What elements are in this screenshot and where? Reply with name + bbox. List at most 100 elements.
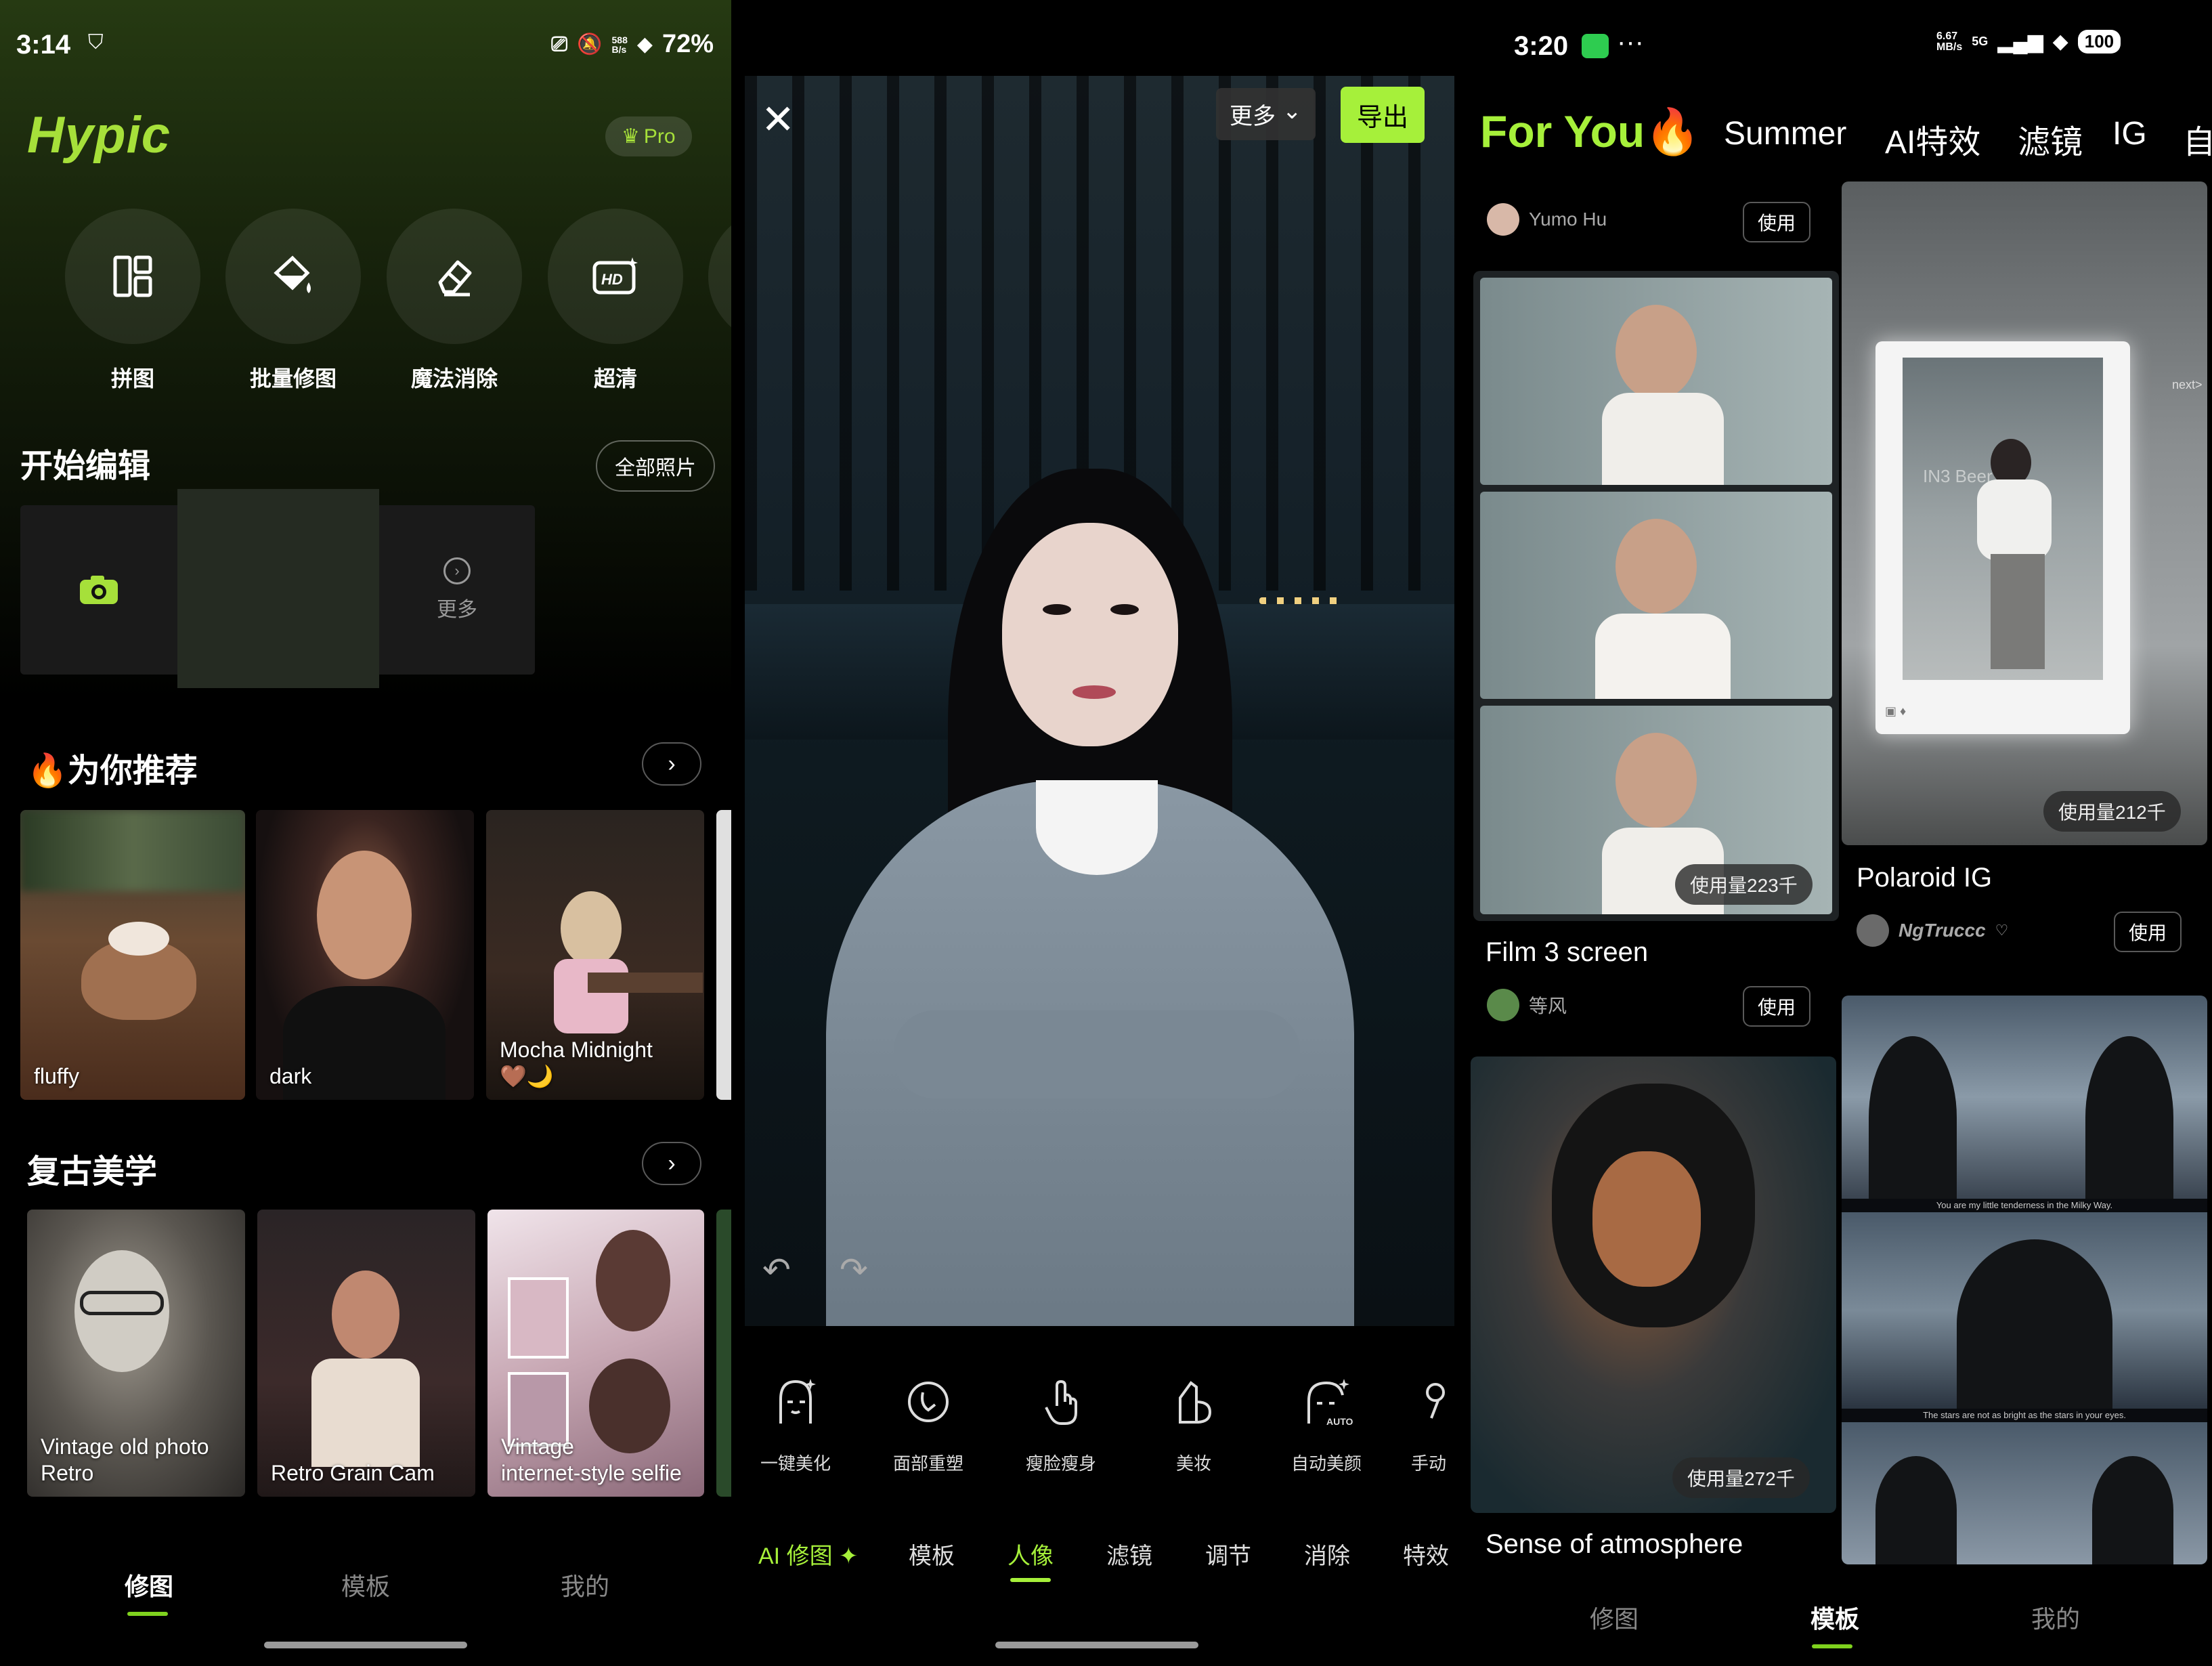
tool-makeup[interactable]: 美妆 <box>1150 1375 1238 1475</box>
tool-auto-beauty[interactable]: AUTO 自动美颜 <box>1282 1375 1370 1475</box>
redo-button[interactable]: ↷ <box>840 1250 868 1289</box>
nav-templates[interactable]: 模板 <box>341 1567 390 1602</box>
use-button[interactable]: 使用 <box>2114 912 2182 952</box>
retro-more-button[interactable]: › <box>642 1142 701 1185</box>
tool-circle <box>225 209 361 344</box>
template-card[interactable]: Mocha Midnight 🤎🌙 <box>486 810 704 1100</box>
tab-erase[interactable]: 消除 <box>1304 1537 1350 1571</box>
silhouette <box>1869 1036 1957 1199</box>
template-author[interactable]: NgTruccc ♡ <box>1857 914 2008 947</box>
template-card-sense-of-atmosphere[interactable]: 使用量272千 <box>1471 1056 1836 1513</box>
camera-button[interactable] <box>20 505 177 675</box>
mini-photo <box>508 1277 569 1359</box>
tool-collage[interactable]: 拼图 <box>65 209 200 393</box>
pro-label: Pro <box>643 125 676 148</box>
template-card[interactable]: fluffy <box>20 810 245 1100</box>
tab-ai-edit[interactable]: AI 修图 ✦ <box>758 1537 859 1571</box>
battery-level: 72% <box>662 30 714 58</box>
tab-filters[interactable]: 滤镜 <box>2018 115 2083 163</box>
use-button[interactable]: 使用 <box>1743 986 1811 1027</box>
export-button[interactable]: 导出 <box>1341 87 1425 143</box>
template-card-polaroid-ig[interactable]: IN3 Beer ▣ ♦ next> 使用量212千 <box>1842 181 2207 845</box>
template-card[interactable]: Vintage internet-style selfie <box>487 1210 704 1497</box>
tab-summer[interactable]: Summer <box>1724 115 1846 152</box>
recommend-title: 🔥为你推荐 <box>27 753 198 789</box>
polaroid-frame: IN3 Beer ▣ ♦ <box>1875 341 2130 734</box>
crossed-arms <box>894 1010 1300 1098</box>
chevron-right-icon: › <box>443 557 471 584</box>
net-speed: 6.67 MB/s <box>1936 30 1963 53</box>
tab-adjust[interactable]: 调节 <box>1205 1537 1251 1571</box>
tab-partial[interactable]: 自 <box>2183 115 2212 163</box>
tab-effects[interactable]: 特效 <box>1403 1537 1449 1571</box>
recommend-more-button[interactable]: › <box>642 742 701 786</box>
nav-me[interactable]: 我的 <box>561 1567 609 1602</box>
template-card[interactable]: Vintage old photo Retro <box>27 1210 245 1497</box>
tool-hd[interactable]: HD 超清 <box>548 209 683 393</box>
portrait-top <box>1602 393 1724 485</box>
status-time: 3:20 <box>1514 31 1569 61</box>
template-card-partial[interactable] <box>716 810 731 1100</box>
signal-icon: ▂▄▆ <box>1997 30 2043 53</box>
more-menu-button[interactable]: 更多 ⌄ <box>1216 88 1316 140</box>
template-card-couple[interactable]: You are my little tenderness in the Milk… <box>1842 996 2207 1564</box>
cake-top <box>108 922 169 956</box>
usage-badge: 使用量212千 <box>2043 791 2181 832</box>
tab-for-you[interactable]: For You🔥 <box>1480 106 1700 158</box>
tool-label: 批量修图 <box>249 366 337 391</box>
retro-title: 复古美学 <box>27 1154 158 1190</box>
template-card[interactable]: dark <box>256 810 474 1100</box>
template-card-film-3-screen[interactable]: 使用量223千 <box>1473 271 1839 921</box>
template-card[interactable]: Retro Grain Cam <box>257 1210 475 1497</box>
svg-text:HD: HD <box>601 271 623 288</box>
tool-label: 美妆 <box>1175 1453 1211 1474</box>
glasses-shape <box>80 1291 164 1315</box>
more-photos-button[interactable]: › 更多 <box>379 505 535 675</box>
eraser-icon <box>438 260 472 297</box>
use-button[interactable]: 使用 <box>1743 202 1811 242</box>
tool-label: 手动 <box>1411 1453 1447 1474</box>
close-button[interactable]: ✕ <box>761 96 795 144</box>
tool-batch-edit[interactable]: 批量修图 <box>225 209 361 393</box>
card-label: fluffy <box>34 1063 79 1088</box>
all-photos-button[interactable]: 全部照片 <box>596 440 715 492</box>
avatar <box>1487 203 1519 236</box>
nav-templates[interactable]: 模板 <box>1810 1600 1859 1635</box>
hd-icon: HD <box>592 257 638 295</box>
pro-button[interactable]: ♛ Pro <box>605 116 692 156</box>
wall-text: IN3 Beer <box>1923 466 1993 486</box>
undo-button[interactable]: ↶ <box>762 1250 791 1289</box>
template-title: Polaroid IG <box>1857 863 1993 893</box>
tool-slim[interactable]: 瘦脸瘦身 <box>1017 1375 1105 1475</box>
photo-canvas[interactable] <box>745 76 1454 1326</box>
template-card-partial[interactable] <box>716 1210 731 1497</box>
template-author[interactable]: Yumo Hu <box>1487 203 1607 236</box>
tab-portrait[interactable]: 人像 <box>1007 1537 1054 1571</box>
tool-next-partial[interactable] <box>708 209 731 344</box>
status-right: 6.67 MB/s 5G ▂▄▆ ◆ 100 <box>1936 30 2121 54</box>
silhouette <box>1957 1239 2112 1409</box>
tool-label: 一键美化 <box>760 1453 831 1474</box>
wifi-icon: ◆ <box>636 33 653 56</box>
tool-magic-erase[interactable]: 魔法消除 <box>387 209 522 393</box>
nav-edit[interactable]: 修图 <box>125 1567 173 1602</box>
tool-face-reshape[interactable]: 面部重塑 <box>884 1375 972 1475</box>
tool-auto-beautify[interactable]: 一键美化 <box>752 1375 840 1475</box>
tab-templates[interactable]: 模板 <box>909 1537 955 1571</box>
recent-photo-thumbnail[interactable] <box>177 489 379 688</box>
tab-ig[interactable]: IG <box>2112 115 2147 152</box>
manual-icon <box>1426 1383 1445 1419</box>
camera-icon: ▣ ♦ <box>1885 704 1907 718</box>
tool-manual[interactable]: 手动 <box>1411 1375 1462 1475</box>
tab-filters[interactable]: 滤镜 <box>1106 1537 1152 1571</box>
nav-me[interactable]: 我的 <box>2031 1600 2080 1635</box>
tool-label: 自动美颜 <box>1291 1453 1362 1474</box>
polaroid-photo: IN3 Beer <box>1903 358 2103 680</box>
chevron-right-icon: › <box>668 1150 676 1176</box>
portrait-face <box>1615 733 1697 828</box>
nav-edit[interactable]: 修图 <box>1590 1600 1639 1635</box>
more-label: 更多 <box>437 599 477 621</box>
tab-ai-effects[interactable]: AI特效 <box>1885 115 1980 163</box>
avatar <box>1487 989 1519 1021</box>
template-author[interactable]: 等风 <box>1487 989 1567 1021</box>
